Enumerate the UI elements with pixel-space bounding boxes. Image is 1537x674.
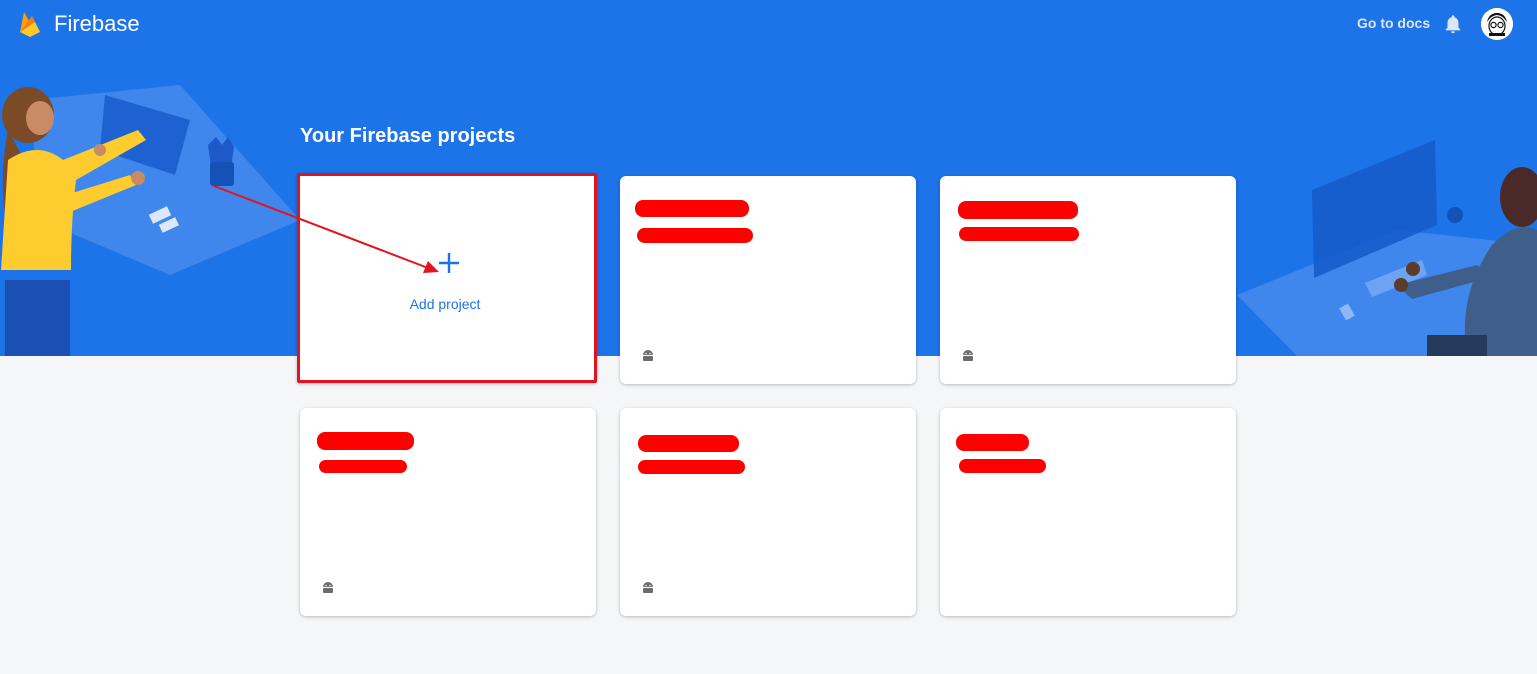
project-card[interactable]	[620, 176, 916, 384]
redacted-project-name	[317, 432, 414, 450]
android-icon	[323, 582, 333, 593]
redacted-project-name	[638, 435, 739, 452]
add-project-label: Add project	[409, 296, 481, 312]
project-card[interactable]	[300, 408, 596, 616]
android-icon	[963, 350, 973, 361]
brand-title[interactable]: Firebase	[54, 11, 140, 37]
illustration-right	[1237, 140, 1537, 356]
avatar-image-icon	[1481, 8, 1513, 40]
account-avatar[interactable]	[1481, 8, 1513, 40]
notifications-bell-icon[interactable]	[1442, 13, 1464, 35]
redacted-project-id	[959, 227, 1079, 241]
redacted-project-id	[959, 459, 1046, 473]
top-app-bar: Firebase Go to docs	[0, 0, 1537, 50]
android-icon	[643, 350, 653, 361]
redacted-project-id	[638, 460, 745, 474]
firebase-logo-icon[interactable]	[18, 10, 42, 38]
redacted-project-name	[956, 434, 1029, 451]
page-title: Your Firebase projects	[300, 125, 516, 147]
project-card[interactable]	[940, 408, 1236, 616]
project-card[interactable]	[620, 408, 916, 616]
plus-icon	[439, 253, 459, 273]
project-card[interactable]	[940, 176, 1236, 384]
redacted-project-name	[635, 200, 749, 217]
add-project-card[interactable]: Add project	[297, 173, 597, 383]
redacted-project-id	[319, 460, 407, 473]
go-to-docs-link[interactable]: Go to docs	[1357, 15, 1430, 31]
android-icon	[643, 582, 653, 593]
redacted-project-id	[637, 228, 753, 243]
illustration-left	[1, 85, 300, 356]
redacted-project-name	[958, 201, 1078, 219]
